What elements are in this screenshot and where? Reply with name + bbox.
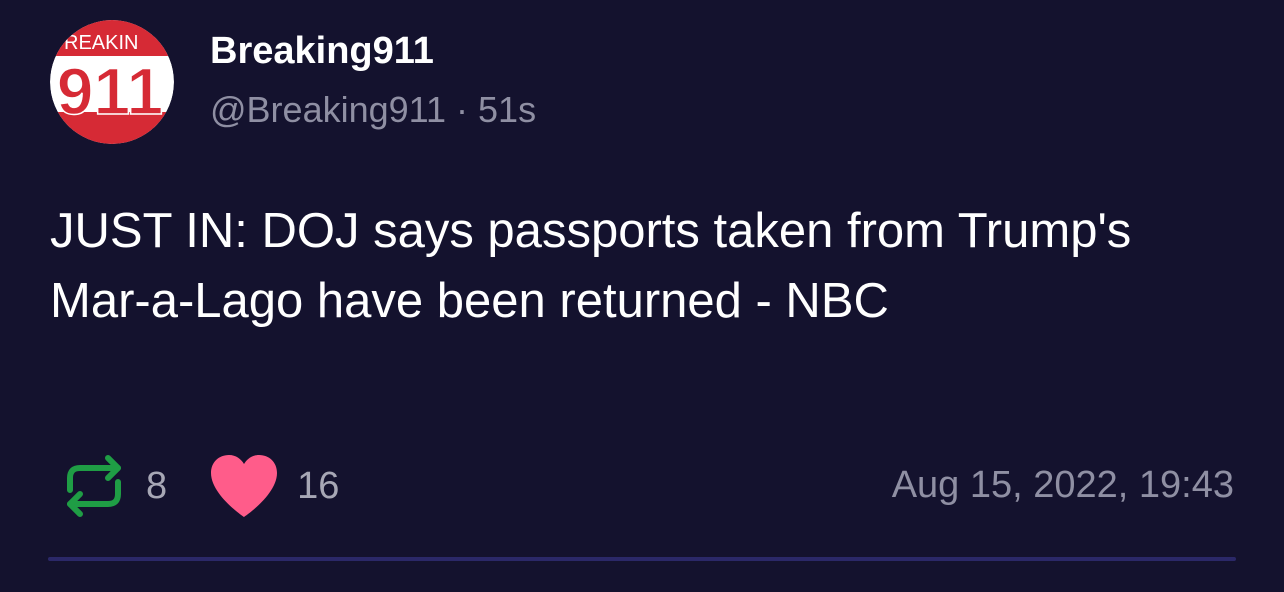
- like-button[interactable]: 16: [209, 453, 339, 519]
- heart-icon: [211, 455, 278, 517]
- breaking911-logo-icon: REAKIN 911: [50, 20, 174, 144]
- retweet-icon: [67, 455, 121, 517]
- post-age[interactable]: 51s: [478, 89, 536, 130]
- avatar[interactable]: REAKIN 911: [50, 20, 174, 144]
- retweet-count: 8: [146, 465, 168, 507]
- post-actions: 8 16: [60, 452, 339, 520]
- post-meta: @Breaking911 · 51s: [210, 88, 536, 132]
- author-name[interactable]: Breaking911: [210, 28, 434, 74]
- logo-number: 911: [57, 54, 163, 128]
- tweet-card: REAKIN 911 Breaking911 @Breaking911 · 51s …: [0, 0, 1284, 592]
- divider: [48, 557, 1236, 561]
- like-count: 16: [297, 465, 340, 507]
- meta-separator: ·: [456, 89, 469, 130]
- author-handle[interactable]: @Breaking911: [210, 89, 446, 130]
- logo-top-text: REAKIN: [64, 32, 138, 54]
- retweet-button[interactable]: 8: [60, 452, 167, 520]
- post-text: JUST IN: DOJ says passports taken from T…: [50, 204, 1132, 328]
- post-timestamp[interactable]: Aug 15, 2022, 19:43: [892, 462, 1234, 508]
